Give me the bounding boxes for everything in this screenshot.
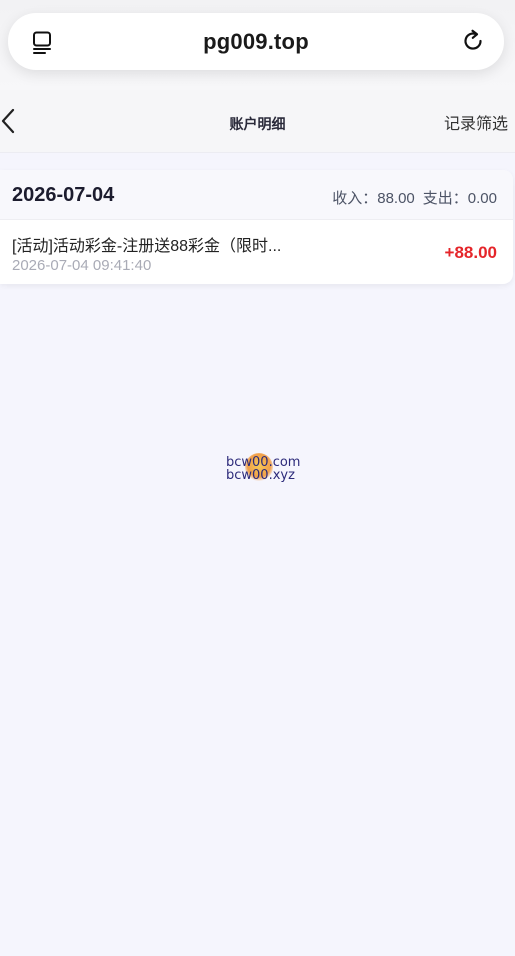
income-summary: 收入：88.00: [332, 190, 415, 207]
expense-summary: 支出：0.00: [423, 190, 497, 207]
record-group: 2026-07-04 收入：88.00 支出：0.00 [活动]活动彩金-注册送8…: [0, 170, 513, 284]
income-label: 收入：: [332, 190, 378, 207]
record-title: [活动]活动彩金-注册送88彩金（限时...: [12, 238, 282, 255]
page-header: 账户明细 记录筛选: [0, 90, 515, 153]
daily-summary: 收入：88.00 支出：0.00: [332, 187, 497, 208]
url-text[interactable]: pg009.top: [8, 29, 504, 55]
watermark: bcw00.com bcw00.xyz: [221, 453, 301, 485]
watermark-line-2: bcw00.xyz: [226, 468, 295, 483]
record-time: 2026-07-04 09:41:40: [12, 257, 152, 274]
record-filter-button[interactable]: 记录筛选: [444, 110, 508, 134]
income-value: 88.00: [377, 190, 415, 207]
browser-address-bar: pg009.top: [0, 0, 515, 90]
record-date: 2026-07-04: [12, 184, 115, 206]
record-amount: +88.00: [444, 243, 497, 262]
record-date-header: 2026-07-04 收入：88.00 支出：0.00: [0, 170, 513, 220]
url-field[interactable]: pg009.top: [8, 13, 504, 70]
expense-value: 0.00: [467, 190, 497, 207]
expense-label: 支出：: [422, 190, 468, 207]
page-title: 账户明细: [229, 116, 286, 132]
reload-icon[interactable]: [460, 28, 486, 54]
